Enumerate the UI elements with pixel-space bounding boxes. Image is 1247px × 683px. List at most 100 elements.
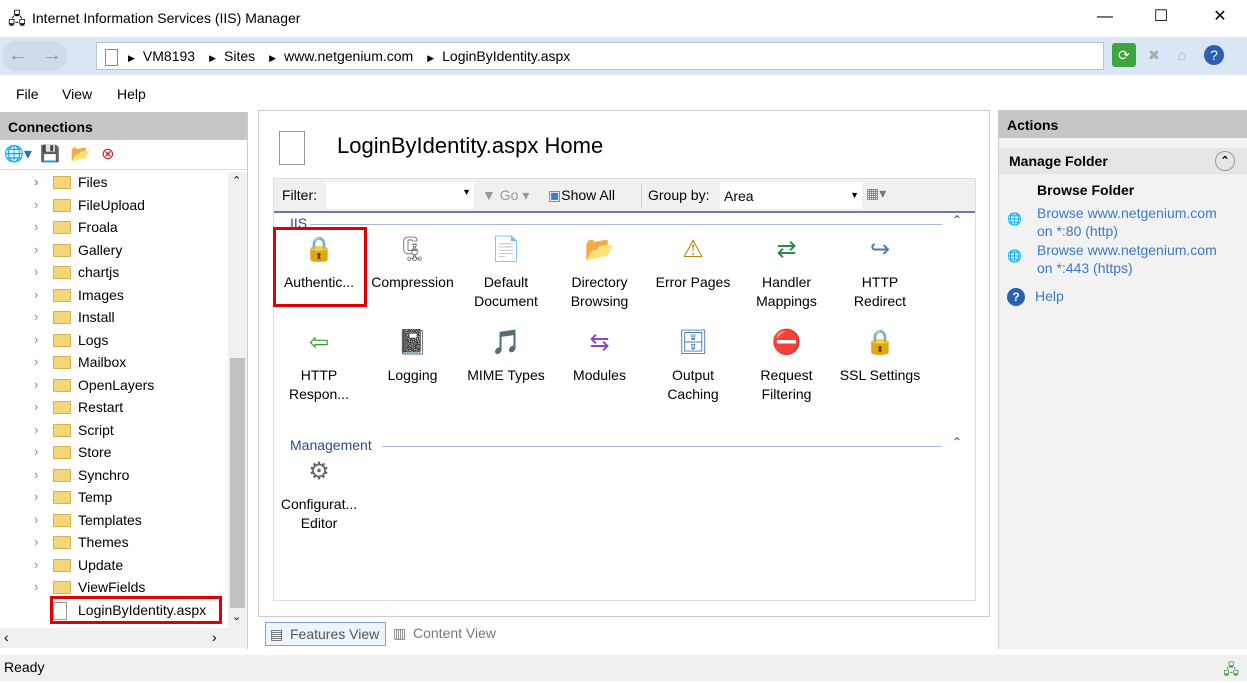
expand-icon[interactable]: › [34, 332, 38, 347]
minimize-button[interactable]: — [1082, 0, 1128, 34]
tree-item[interactable]: › Mailbox [0, 352, 228, 374]
tree-item[interactable]: › chartjs [0, 262, 228, 284]
expand-icon[interactable]: › [34, 219, 38, 234]
tree-horizontal-scrollbar[interactable]: ‹ › [0, 628, 247, 648]
scroll-left-icon[interactable]: ‹ [4, 629, 9, 645]
tree-vertical-scrollbar[interactable]: ⌃ ⌄ [228, 172, 247, 628]
expand-icon[interactable]: › [34, 444, 38, 459]
disconnect-icon[interactable]: ⊗ [101, 146, 114, 163]
feature-default-document[interactable]: 📄 Default Document [459, 233, 553, 311]
stop-icon[interactable]: ✖ [1142, 43, 1166, 67]
tree-item[interactable]: › Script [0, 420, 228, 442]
features-frame: Filter: ▼ ▼ Go ▾ ▣Show All Group by: Are… [273, 178, 976, 601]
save-icon[interactable]: 💾 [40, 146, 60, 163]
collapse-group-icon[interactable]: ⌃ [952, 435, 962, 449]
close-button[interactable]: ✕ [1197, 0, 1243, 34]
expand-icon[interactable]: › [34, 377, 38, 392]
feature-handler-mappings[interactable]: ⇄ Handler Mappings [740, 233, 834, 311]
maximize-button[interactable]: ☐ [1138, 0, 1184, 34]
feature-http-respon-[interactable]: ⇦ HTTP Respon... [272, 326, 366, 404]
collapse-icon[interactable]: ⌃ [1215, 151, 1235, 171]
go-button[interactable]: ▼ Go ▾ [482, 187, 529, 204]
expand-icon[interactable]: › [34, 174, 38, 189]
tree-item[interactable]: › Froala [0, 217, 228, 239]
tree-item-label: Logs [78, 331, 109, 348]
feature-modules[interactable]: ⇆ Modules [553, 326, 647, 385]
expand-icon[interactable]: › [34, 399, 38, 414]
expand-icon[interactable]: › [34, 197, 38, 212]
expand-icon[interactable]: › [34, 534, 38, 549]
help-icon[interactable]: ? [1204, 45, 1224, 65]
tree-item[interactable]: › Files [0, 172, 228, 194]
tree-item[interactable]: › Synchro [0, 465, 228, 487]
scroll-thumb[interactable] [230, 358, 245, 608]
tree-item[interactable]: › Restart [0, 397, 228, 419]
feature-output-caching[interactable]: 🗄 Output Caching [646, 326, 740, 404]
up-folder-icon[interactable]: 📂 [71, 146, 91, 163]
tree-item[interactable]: › Temp [0, 487, 228, 509]
tree-item[interactable]: › OpenLayers [0, 375, 228, 397]
tree-item[interactable]: › Gallery [0, 240, 228, 262]
refresh-icon[interactable]: ⟳ [1112, 43, 1136, 67]
expand-icon[interactable]: › [34, 264, 38, 279]
feature-ssl-settings[interactable]: 🔒 SSL Settings [833, 326, 927, 385]
tree-item[interactable]: › Install [0, 307, 228, 329]
breadcrumb[interactable]: ▶ VM8193 ▶ Sites ▶ www.netgenium.com ▶ LoginByI… [96, 42, 1104, 70]
expand-icon[interactable]: › [34, 557, 38, 572]
nav-buttons[interactable]: ←→ [2, 41, 68, 71]
feature-compression[interactable]: 🗜 Compression [366, 233, 460, 292]
expand-icon[interactable]: › [34, 579, 38, 594]
forward-icon[interactable]: → [42, 44, 76, 66]
tree-item[interactable]: › Update [0, 555, 228, 577]
feature-http-redirect[interactable]: ↪ HTTP Redirect [833, 233, 927, 311]
expand-icon[interactable]: › [34, 287, 38, 302]
crumb-server[interactable]: VM8193 [143, 48, 195, 64]
crumb-page[interactable]: LoginByIdentity.aspx [442, 48, 570, 64]
tree-item[interactable]: › Templates [0, 510, 228, 532]
expand-icon[interactable]: › [34, 512, 38, 527]
feature-authentic-[interactable]: 🔒 Authentic... [272, 227, 367, 307]
browse-https-link[interactable]: 🌐 Browse www.netgenium.com on *:443 (https… [1007, 241, 1217, 277]
connect-globe-icon[interactable]: 🌐▾ [4, 146, 32, 163]
feature-logging[interactable]: 📓 Logging [366, 326, 460, 385]
tree-item-selected[interactable]: LoginByIdentity.aspx [0, 595, 228, 624]
scroll-down-icon[interactable]: ⌄ [232, 610, 241, 623]
tree-item[interactable]: › FileUpload [0, 195, 228, 217]
home-icon[interactable]: ⌂ [1170, 43, 1194, 67]
collapse-group-icon[interactable]: ⌃ [952, 213, 962, 227]
back-icon[interactable]: ← [8, 44, 42, 66]
feature-directory-browsing[interactable]: 📂 Directory Browsing [553, 233, 647, 311]
menu-help[interactable]: Help [117, 86, 146, 102]
menu-file[interactable]: File [16, 86, 39, 102]
expand-icon[interactable]: › [34, 422, 38, 437]
feature-mime-types[interactable]: 🎵 MIME Types [459, 326, 553, 385]
expand-icon[interactable]: › [34, 309, 38, 324]
feature-request-filtering[interactable]: ⛔ Request Filtering [740, 326, 834, 404]
tab-features-view[interactable]: ▤ Features View [265, 622, 387, 646]
scroll-right-icon[interactable]: › [212, 629, 217, 645]
tree-item[interactable]: › Store [0, 442, 228, 464]
crumb-sites[interactable]: Sites [224, 48, 255, 64]
tree-item-label: chartjs [78, 264, 120, 280]
filter-input[interactable]: ▼ [326, 182, 474, 209]
menu-view[interactable]: View [62, 86, 92, 102]
expand-icon[interactable]: › [34, 242, 38, 257]
scroll-up-icon[interactable]: ⌃ [232, 174, 241, 187]
tree-item[interactable]: › Themes [0, 532, 228, 554]
show-all-button[interactable]: ▣Show All [548, 187, 615, 204]
browse-http-link[interactable]: 🌐 Browse www.netgenium.com on *:80 (http) [1007, 204, 1217, 240]
menu-bar: File View Help [0, 80, 1247, 108]
tree-item[interactable]: › Logs [0, 330, 228, 352]
expand-icon[interactable]: › [34, 467, 38, 482]
tab-content-view[interactable]: ▥ Content View [389, 622, 502, 646]
feature-error-pages[interactable]: ⚠ Error Pages [646, 233, 740, 292]
view-mode-icon[interactable]: ▦▾ [866, 185, 886, 202]
feature-icon: ⇦ [308, 329, 330, 356]
tree-item[interactable]: › Images [0, 285, 228, 307]
crumb-site[interactable]: www.netgenium.com [284, 48, 413, 64]
help-link[interactable]: ? Help [1007, 287, 1064, 306]
expand-icon[interactable]: › [34, 354, 38, 369]
expand-icon[interactable]: › [34, 489, 38, 504]
group-by-select[interactable]: Area ▼ [720, 182, 862, 209]
feature-configurat-editor[interactable]: ⚙ Configurat... Editor [272, 455, 366, 533]
